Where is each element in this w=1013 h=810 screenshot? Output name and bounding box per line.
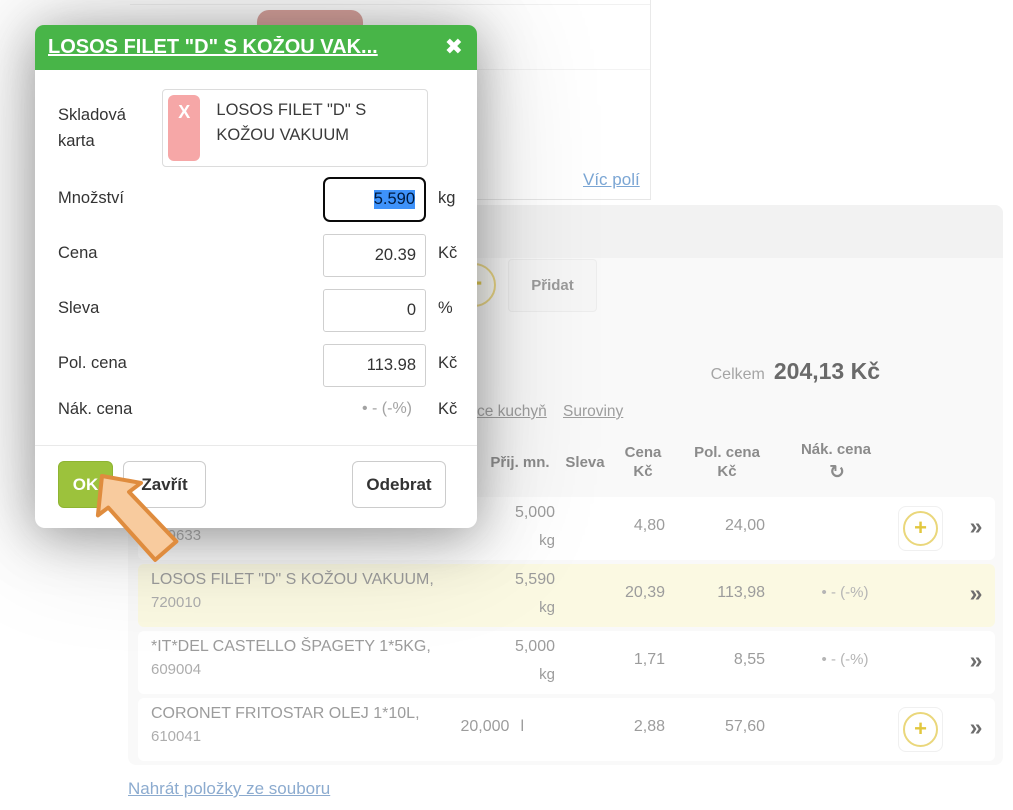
item-code: 720010 <box>151 594 201 611</box>
selected-text: 5.590 <box>374 190 415 209</box>
refresh-icon[interactable]: ↻ <box>826 461 848 483</box>
col-header-cena: CenaKč <box>610 444 676 482</box>
add-button[interactable]: Přidat <box>508 259 597 312</box>
line-price-unit: Kč <box>438 354 457 373</box>
col-header-cena-line1: Cena <box>610 444 676 463</box>
discount-label: Sleva <box>58 299 99 318</box>
item-edit-dialog: LOSOS FILET "D" S KOŽOU VAK... ✖ Skladov… <box>35 25 477 528</box>
total-summary: Celkem 204,13 Kč <box>640 358 880 385</box>
item-name: LOSOS FILET "D" S KOŽOU VAKUUM, <box>151 571 434 589</box>
col-header-pol-cena: Pol. cenaKč <box>680 444 774 482</box>
app-screen: Víc polí + Přidat Celkem 204,13 Kč ce kuc… <box>0 0 1013 810</box>
item-qty: 5,000 <box>473 638 555 656</box>
dialog-title-link[interactable]: LOSOS FILET "D" S KOŽOU VAK... <box>48 36 437 59</box>
item-purchase-price: • - (-%) <box>783 651 907 668</box>
item-code: 610041 <box>151 728 201 745</box>
total-value: 204,13 Kč <box>774 358 880 384</box>
item-qty: 5,590 <box>473 571 555 589</box>
stock-card-label: Skladová karta <box>58 103 153 154</box>
item-qty: 20,000 l <box>414 718 524 736</box>
price-unit: Kč <box>438 244 457 263</box>
item-price: 2,88 <box>583 718 665 736</box>
cancel-button[interactable]: Zavřít <box>123 461 206 508</box>
row-add-button[interactable]: + <box>898 506 943 551</box>
quantity-unit: kg <box>438 189 455 208</box>
discount-unit: % <box>438 299 453 318</box>
col-header-prij-mn: Přij. mn. <box>478 454 562 473</box>
remove-button[interactable]: Odebrat <box>352 461 446 508</box>
purchase-price-value: • - (-%) <box>272 400 412 418</box>
quantity-label: Množství <box>58 189 124 208</box>
item-line-price: 113,98 <box>683 584 765 602</box>
item-line-price: 57,60 <box>683 718 765 736</box>
purchase-price-unit: Kč <box>438 400 457 419</box>
stock-card-field[interactable]: X LOSOS FILET "D" S KOŽOU VAKUUM <box>162 89 428 167</box>
item-unit: kg <box>473 532 555 549</box>
item-unit: l <box>520 718 524 735</box>
item-price: 4,80 <box>583 517 665 535</box>
line-price-input[interactable] <box>323 344 426 387</box>
upload-items-link[interactable]: Nahrát položky ze souboru <box>128 779 330 799</box>
col-header-pol-line2: Kč <box>680 463 774 482</box>
tab-kuchyn[interactable]: ce kuchyň <box>477 403 547 421</box>
row-add-button[interactable]: + <box>898 707 943 752</box>
more-fields-link[interactable]: Víc polí <box>583 170 640 190</box>
item-price: 20,39 <box>583 584 665 602</box>
quantity-input[interactable]: 5.590 <box>323 177 426 222</box>
item-code: 429633 <box>151 527 201 544</box>
plus-icon: + <box>903 511 938 546</box>
plus-icon: + <box>903 712 938 747</box>
row-expand-chevron[interactable]: » <box>952 714 1000 741</box>
item-line-price: 24,00 <box>683 517 765 535</box>
item-code: 609004 <box>151 661 201 678</box>
item-qty: 5,000 <box>473 504 555 522</box>
divider <box>650 0 651 200</box>
item-price: 1,71 <box>583 651 665 669</box>
item-name: *IT*DEL CASTELLO ŠPAGETY 1*5KG, <box>151 638 431 656</box>
col-header-pol-line1: Pol. cena <box>680 444 774 463</box>
row-expand-chevron[interactable]: » <box>952 513 1000 540</box>
row-expand-chevron[interactable]: » <box>952 647 1000 674</box>
table-row[interactable]: *IT*DEL CASTELLO ŠPAGETY 1*5KG, 609004 5… <box>138 631 995 694</box>
item-purchase-price: • - (-%) <box>783 584 907 601</box>
divider <box>462 199 651 200</box>
price-label: Cena <box>58 244 97 263</box>
hidden-remove-button-peek <box>257 10 363 26</box>
divider <box>477 69 651 70</box>
table-row[interactable]: CORONET FRITOSTAR OLEJ 1*10L, 610041 20,… <box>138 698 995 761</box>
divider <box>130 4 651 5</box>
price-input[interactable] <box>323 234 426 277</box>
table-row-selected[interactable]: LOSOS FILET "D" S KOŽOU VAKUUM, 720010 5… <box>138 564 995 627</box>
item-qty-value: 20,000 <box>461 718 510 735</box>
col-header-cena-line2: Kč <box>610 463 676 482</box>
col-header-nak-cena: Nák. cena <box>788 441 884 460</box>
purchase-price-label: Nák. cena <box>58 400 132 419</box>
discount-input[interactable] <box>323 289 426 332</box>
row-expand-chevron[interactable]: » <box>952 580 1000 607</box>
line-price-label: Pol. cena <box>58 354 127 373</box>
remove-stock-card-icon[interactable]: X <box>168 95 200 161</box>
stock-card-value: LOSOS FILET "D" S KOŽOU VAKUUM <box>205 90 427 166</box>
dialog-header: LOSOS FILET "D" S KOŽOU VAK... ✖ <box>35 25 477 70</box>
item-unit: kg <box>473 599 555 616</box>
ok-button[interactable]: OK <box>58 461 113 508</box>
item-line-price: 8,55 <box>683 651 765 669</box>
total-label: Celkem <box>711 366 765 383</box>
item-name: CORONET FRITOSTAR OLEJ 1*10L, <box>151 705 420 723</box>
item-unit: kg <box>473 666 555 683</box>
dialog-footer-divider <box>35 445 477 446</box>
tab-suroviny[interactable]: Suroviny <box>563 403 623 421</box>
col-header-sleva: Sleva <box>558 454 612 473</box>
close-icon[interactable]: ✖ <box>445 35 463 60</box>
